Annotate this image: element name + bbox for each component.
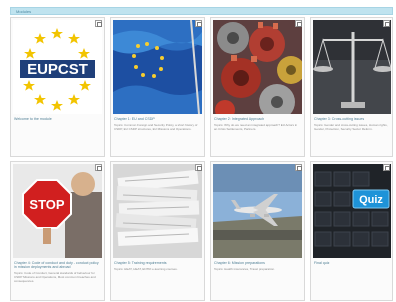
corner-icon[interactable] [295, 164, 302, 171]
card-description: Topics: Code of Conduct, General standar… [14, 271, 96, 283]
module-card-integrated-approach[interactable]: Chapter 2: Integrated Approach Topics: W… [210, 17, 305, 157]
breadcrumb[interactable]: Modules [16, 9, 31, 14]
corner-icon[interactable] [383, 20, 390, 27]
corner-icon[interactable] [195, 164, 202, 171]
card-title[interactable]: Chapter 3: Cross-cutting issues [314, 117, 390, 121]
stop-sign-image[interactable]: STOP [13, 164, 102, 258]
breadcrumb-bar: Modules [10, 7, 393, 15]
course-page: Modules EUPCST Welcome to the module Cha… [0, 0, 396, 302]
card-title[interactable]: Chapter 5: Training requirements [114, 261, 200, 265]
card-title[interactable]: Chapter 6: Mission preparations [214, 261, 300, 265]
documents-image[interactable] [113, 164, 202, 258]
eupcst-logo-text: EUPCST [27, 61, 88, 78]
quiz-keyboard-image[interactable]: Quiz [313, 164, 391, 258]
airplane-image[interactable] [213, 164, 302, 258]
corner-icon[interactable] [195, 20, 202, 27]
card-title[interactable]: Welcome to the module [14, 117, 100, 121]
card-description: Topics: HEAT, HEAT, ENTRi e-learning cou… [114, 267, 178, 271]
card-title[interactable]: Final quiz [314, 261, 390, 265]
corner-icon[interactable] [95, 20, 102, 27]
module-card-cross-cutting[interactable]: Chapter 3: Cross-cutting issues Topics: … [310, 17, 393, 157]
card-description: Topics: Gender and cross-cutting issues,… [314, 123, 388, 131]
module-card-mission-preparations[interactable]: Chapter 6: Mission preparations Topics: … [210, 161, 305, 301]
card-title[interactable]: Chapter 2: Integrated Approach [214, 117, 300, 121]
corner-icon[interactable] [95, 164, 102, 171]
card-description: Topics: Health insurances, Travel prepar… [214, 267, 275, 271]
corner-icon[interactable] [383, 164, 390, 171]
scales-image[interactable] [313, 20, 391, 114]
module-grid: EUPCST Welcome to the module Chapter 1: … [10, 17, 393, 301]
eu-flag-image[interactable] [113, 20, 202, 114]
gears-image[interactable] [213, 20, 302, 114]
card-title[interactable]: Chapter 1: EU and CSDP [114, 117, 200, 121]
eupcst-logo-image[interactable]: EUPCST [13, 20, 102, 114]
stop-sign-text: STOP [29, 197, 64, 212]
card-title[interactable]: Chapter 4: Code of conduct and duty - co… [14, 261, 100, 270]
quiz-key-text: Quiz [359, 194, 383, 206]
module-card-training[interactable]: Chapter 5: Training requirements Topics:… [110, 161, 205, 301]
card-description: Topics: Why do we need an integrated app… [214, 123, 298, 131]
corner-icon[interactable] [295, 20, 302, 27]
module-card-code-of-conduct[interactable]: STOP Chapter 4: Code of conduct and duty… [10, 161, 105, 301]
module-card-welcome[interactable]: EUPCST Welcome to the module [10, 17, 105, 157]
module-card-eu-csdp[interactable]: Chapter 1: EU and CSDP Topics: Common Fo… [110, 17, 205, 157]
module-card-final-quiz[interactable]: Quiz Final quiz [310, 161, 393, 301]
card-description: Topics: Common Foreign and Security Poli… [114, 123, 198, 131]
